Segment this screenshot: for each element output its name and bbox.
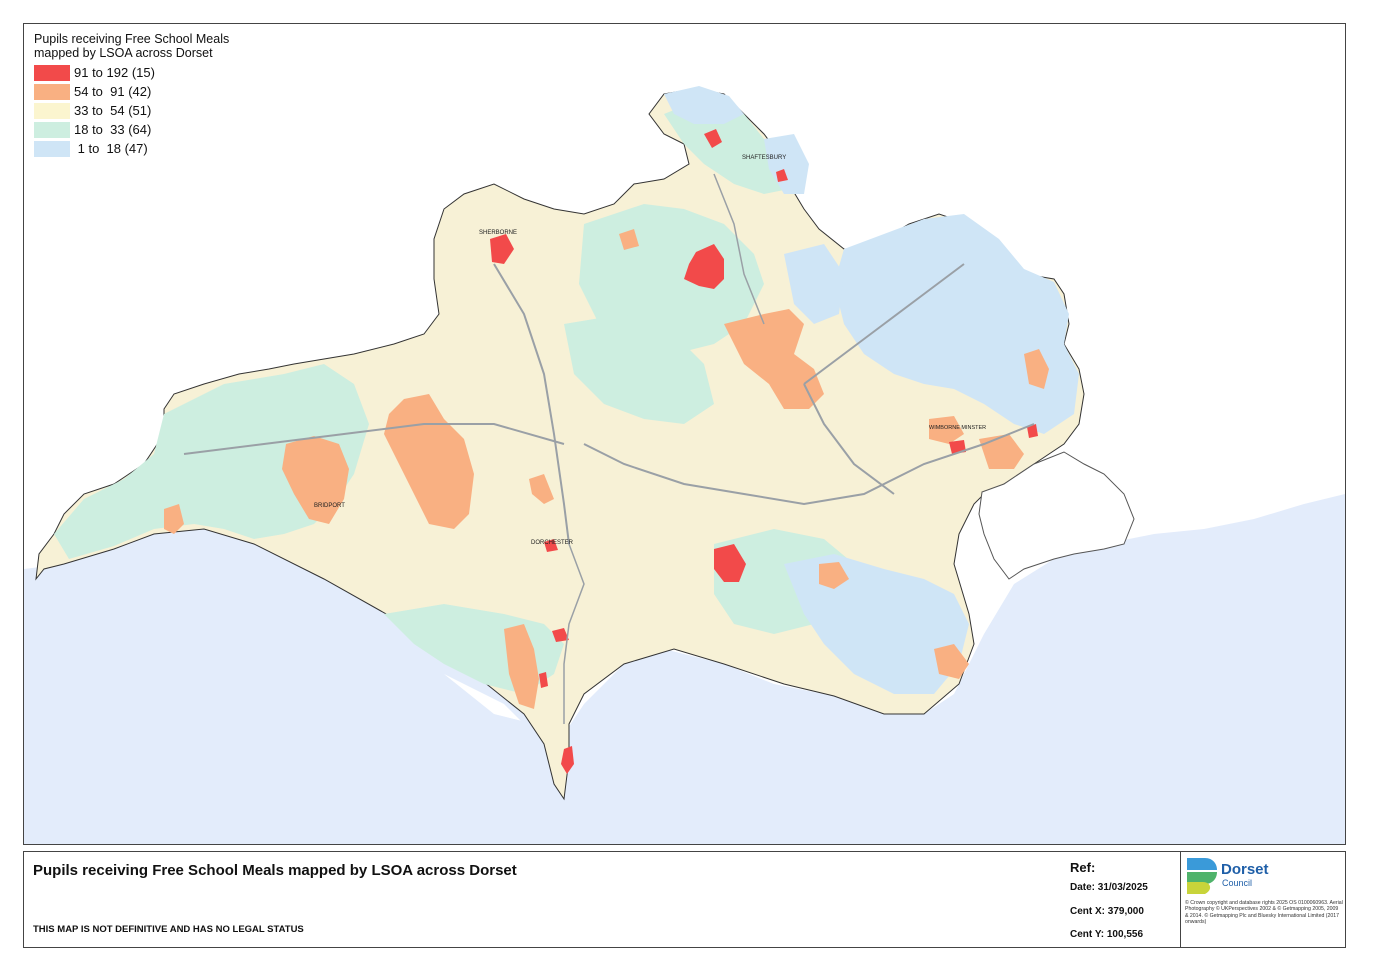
legend-swatch — [34, 140, 70, 157]
map-footer: Pupils receiving Free School Meals mappe… — [23, 851, 1346, 948]
map-frame[interactable]: SHAFTESBURY BRIDPORT DORCHESTER WIMBORNE… — [23, 23, 1346, 845]
legend-swatch — [34, 121, 70, 138]
footer-disclaimer: THIS MAP IS NOT DEFINITIVE AND HAS NO LE… — [33, 924, 304, 935]
ref-label: Ref: — [1070, 860, 1096, 875]
legend-row: 18 to 33 (64) — [34, 120, 229, 139]
legend-title-line1: Pupils receiving Free School Meals — [34, 32, 230, 46]
dorset-council-logo-icon — [1187, 858, 1217, 894]
legend-title: Pupils receiving Free School Meals mappe… — [34, 32, 229, 60]
legend-swatch — [34, 102, 70, 119]
footer-title: Pupils receiving Free School Meals mappe… — [33, 862, 517, 879]
copyright-notice: © Crown copyright and database rights 20… — [1185, 900, 1343, 926]
legend-row: 54 to 91 (42) — [34, 82, 229, 101]
map-legend: Pupils receiving Free School Meals mappe… — [34, 32, 229, 158]
map-label-sherborne: SHERBORNE — [479, 230, 517, 236]
legend-title-line2: mapped by LSOA across Dorset — [34, 46, 213, 60]
legend-row: 91 to 192 (15) — [34, 63, 229, 82]
map-label-shaftesbury: SHAFTESBURY — [742, 155, 786, 161]
legend-swatch — [34, 83, 70, 100]
brand-name: Dorset — [1221, 861, 1269, 878]
footer-meta: Ref: Date: 31/03/2025 Cent X: 379,000 Ce… — [1070, 852, 1170, 947]
map-date: Date: 31/03/2025 — [1070, 882, 1148, 893]
brand-sub: Council — [1222, 878, 1253, 888]
centre-y: Cent Y: 100,556 — [1070, 929, 1144, 940]
legend-row: 33 to 54 (51) — [34, 101, 229, 120]
map-label-dorchester: DORCHESTER — [531, 540, 574, 546]
legend-label: 18 to 33 (64) — [74, 121, 152, 137]
map-label-bridport: BRIDPORT — [314, 503, 345, 509]
centre-x: Cent X: 379,000 — [1070, 906, 1144, 917]
legend-swatch — [34, 64, 70, 81]
council-brand: Dorset Council © Crown copyright and dat… — [1180, 852, 1346, 947]
map-label-wimborne: WIMBORNE MINSTER — [929, 425, 986, 431]
legend-row: 1 to 18 (47) — [34, 139, 229, 158]
legend-label: 33 to 54 (51) — [74, 102, 152, 118]
legend-label: 91 to 192 (15) — [74, 64, 155, 80]
legend-label: 54 to 91 (42) — [74, 83, 152, 99]
legend-label: 1 to 18 (47) — [74, 140, 148, 156]
